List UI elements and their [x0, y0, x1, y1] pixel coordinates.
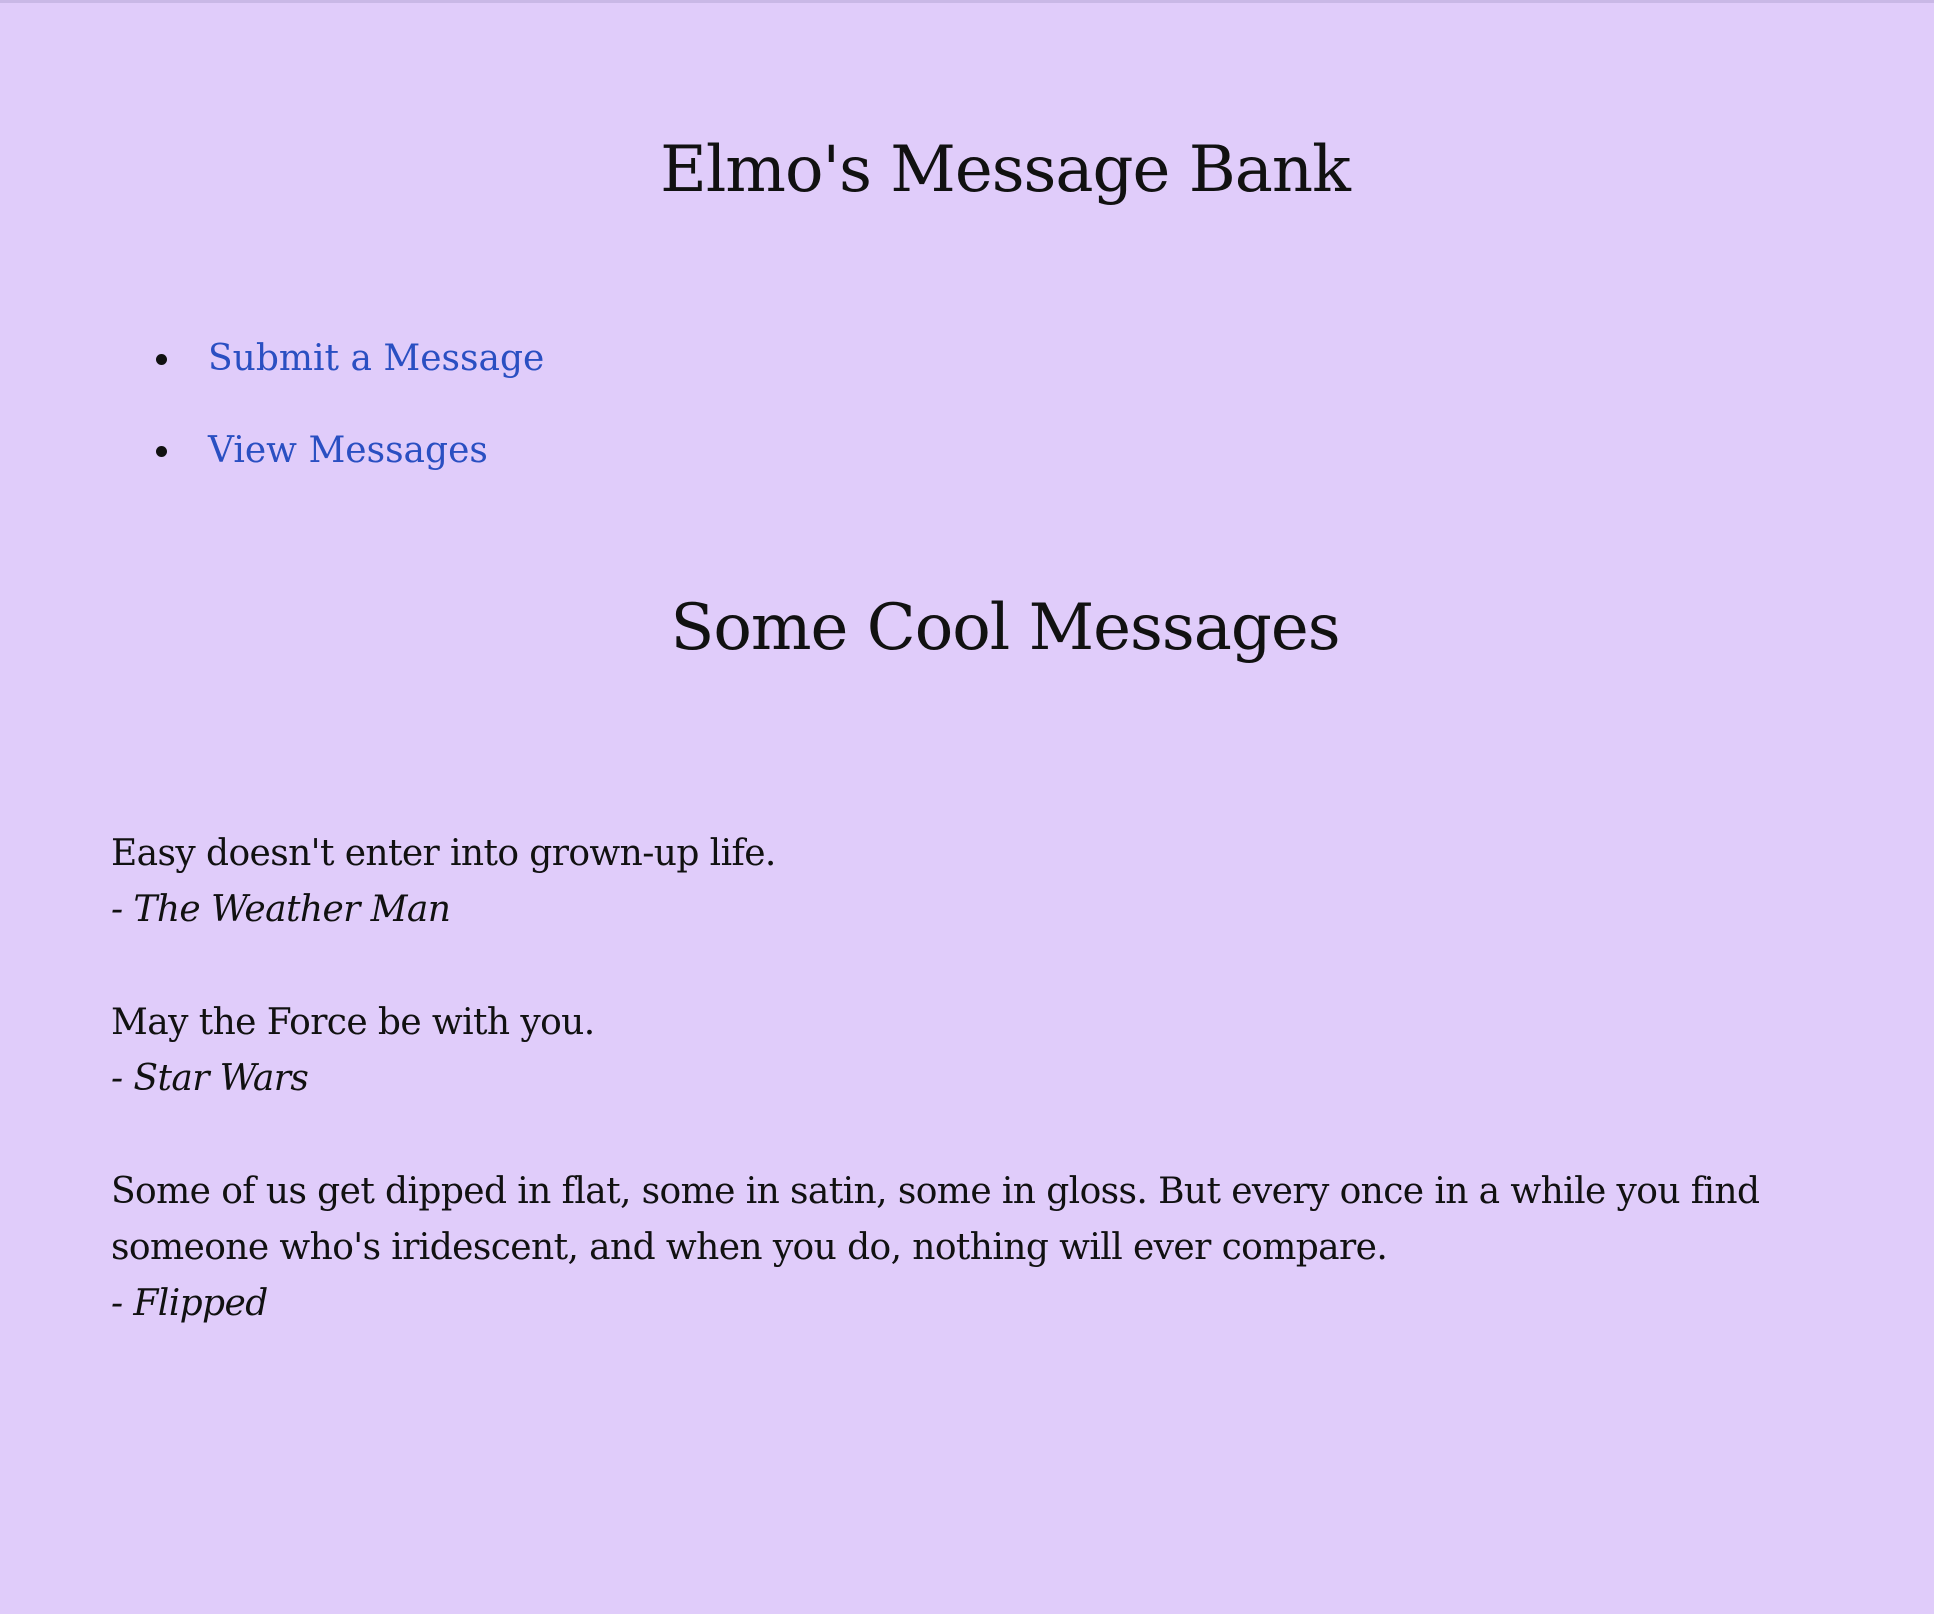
message-author: - Star Wars — [111, 1058, 309, 1099]
message-item: Easy doesn't enter into grown-up life. -… — [111, 826, 1841, 938]
message-item: Some of us get dipped in flat, some in s… — [111, 1164, 1841, 1332]
message-text: Some of us get dipped in flat, some in s… — [111, 1171, 1760, 1268]
message-text: May the Force be with you. — [111, 1002, 595, 1043]
message-text: Easy doesn't enter into grown-up life. — [111, 833, 776, 874]
message-author: - The Weather Man — [111, 889, 451, 930]
messages-list: Easy doesn't enter into grown-up life. -… — [111, 826, 1841, 1389]
bullet-icon — [156, 446, 167, 457]
submit-message-link[interactable]: Submit a Message — [208, 323, 544, 395]
page: { "header": { "title": "Elmo's Message B… — [0, 0, 1934, 1614]
view-messages-link[interactable]: View Messages — [208, 415, 488, 487]
bullet-icon — [156, 354, 167, 365]
page-title: Elmo's Message Bank — [660, 133, 1351, 207]
message-author: - Flipped — [111, 1283, 268, 1324]
section-title: Some Cool Messages — [670, 591, 1340, 665]
message-item: May the Force be with you. - Star Wars — [111, 995, 1841, 1107]
